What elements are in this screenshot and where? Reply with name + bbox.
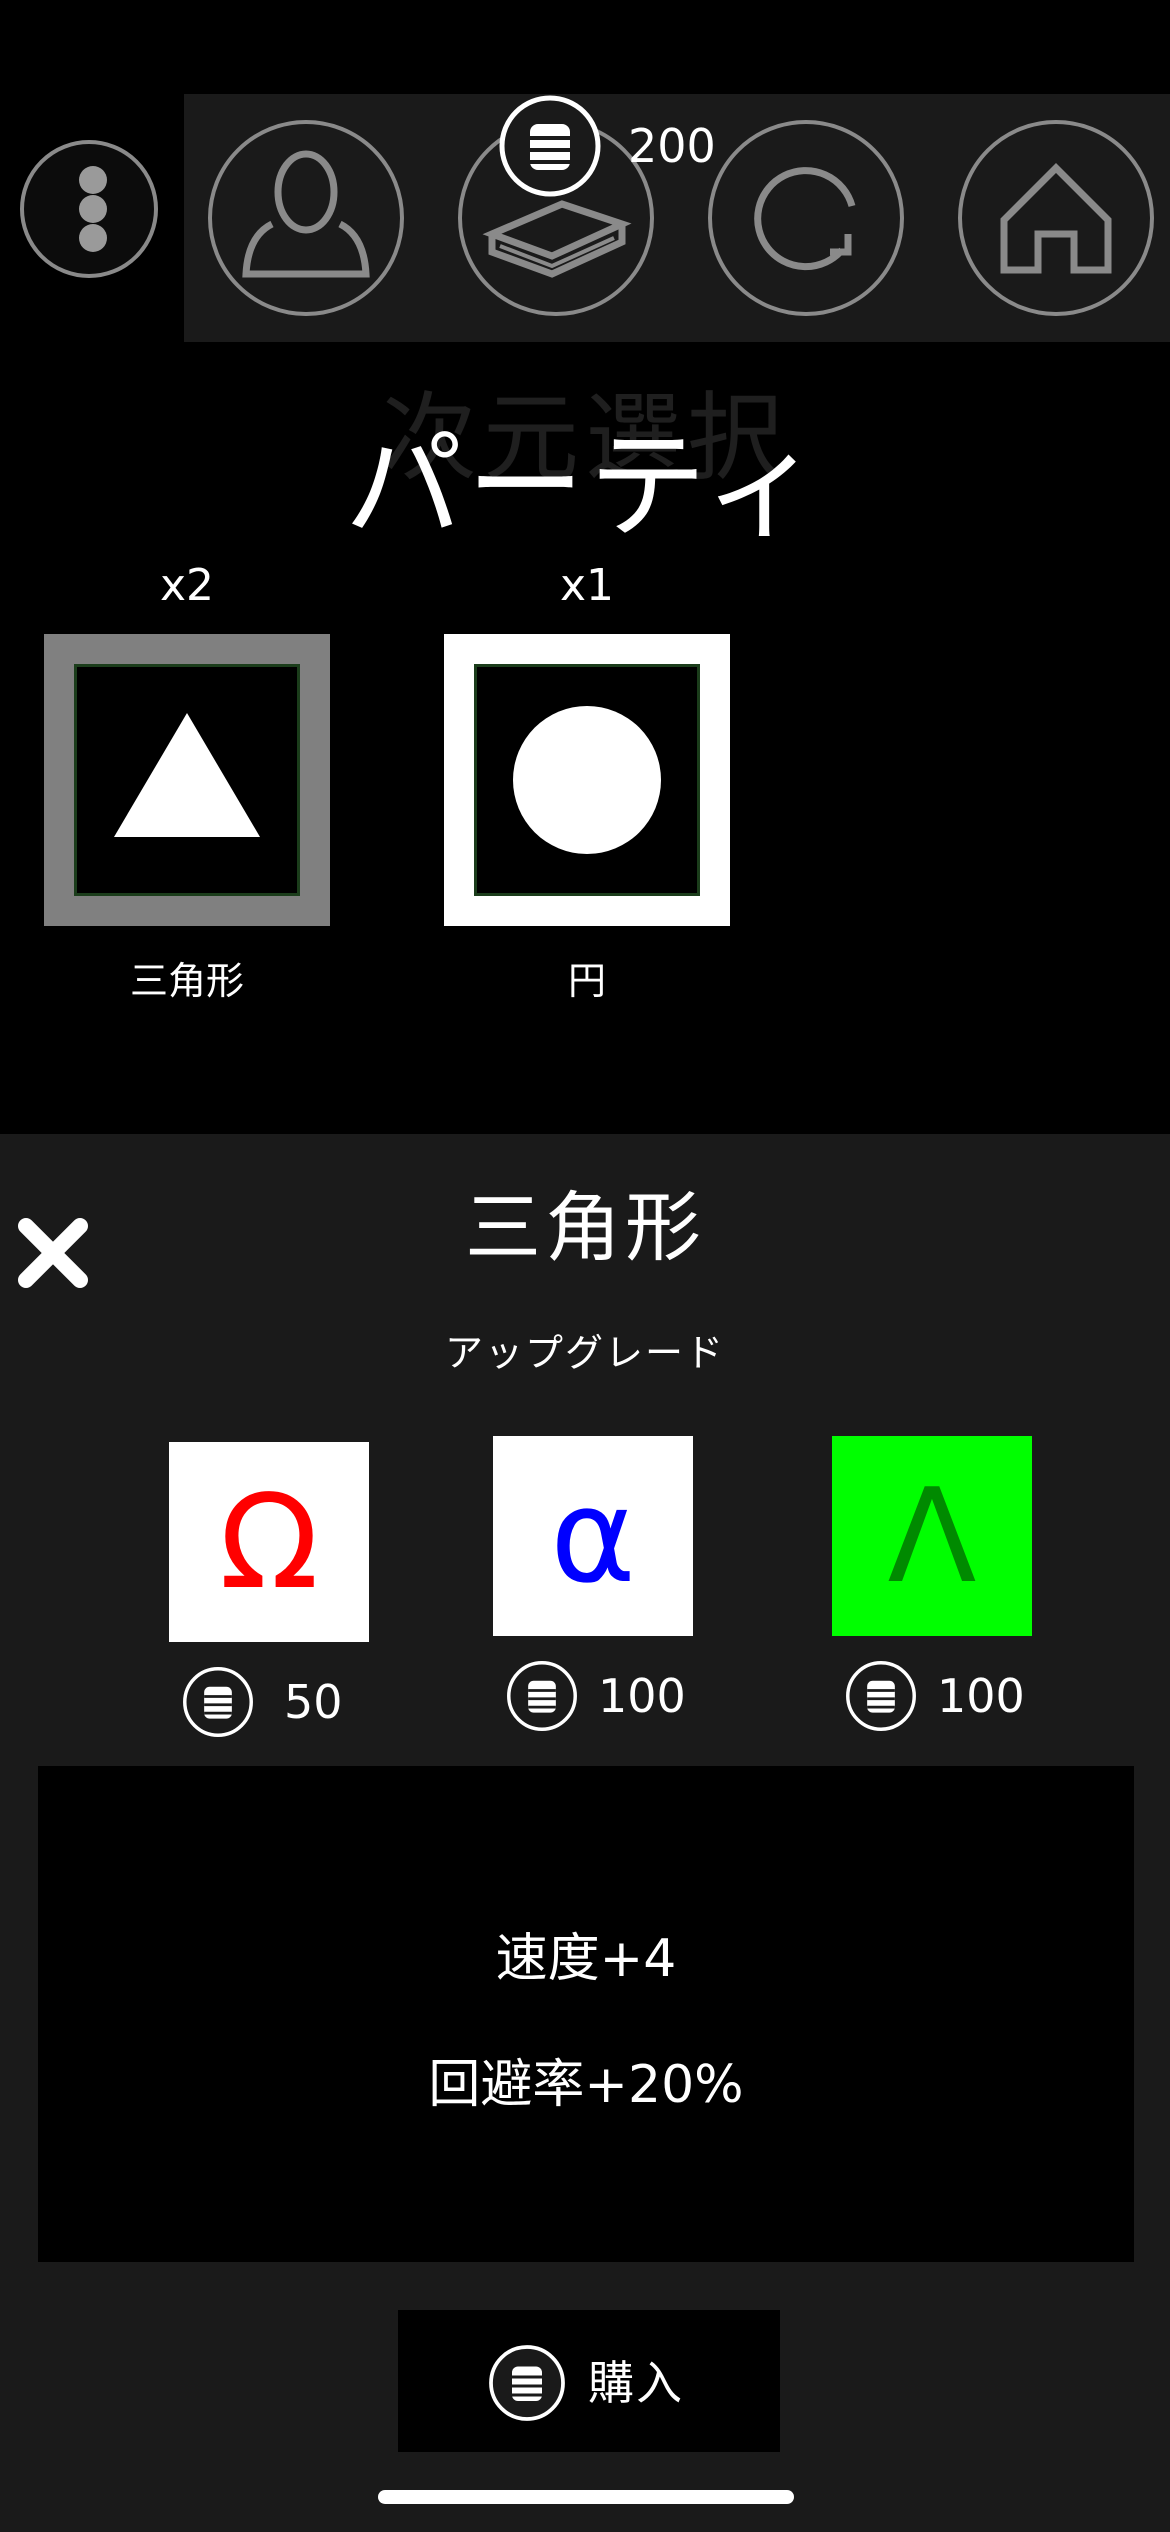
upgrade-symbol: Λ — [887, 1460, 977, 1612]
unit-count: x2 — [159, 560, 215, 611]
party-title: パーティ — [344, 417, 826, 555]
profile-button[interactable] — [208, 120, 404, 316]
party-unit-triangle[interactable] — [44, 634, 330, 926]
upgrade-omega[interactable]: Ω — [169, 1442, 369, 1642]
coin-stack-icon — [183, 1667, 253, 1737]
home-indicator — [378, 2490, 794, 2504]
stat-line: 速度+4 — [495, 1929, 677, 1989]
home-icon — [1000, 163, 1112, 274]
coin-stack-icon — [507, 1661, 577, 1731]
coin-balance-icon — [498, 94, 602, 198]
triangle-shape — [114, 713, 260, 837]
party-unit-circle[interactable] — [444, 634, 730, 926]
upgrade-label: アップグレード — [444, 1331, 725, 1375]
upgrade-price: 100 — [506, 1660, 706, 1732]
refresh-button[interactable] — [708, 120, 904, 316]
upgrade-price: 50 — [182, 1666, 362, 1738]
detail-title: 三角形 — [465, 1183, 705, 1272]
user-icon — [242, 150, 370, 278]
home-button[interactable] — [958, 120, 1154, 316]
stat-line: 回避率+20% — [428, 2055, 744, 2115]
coin-stack-icon — [846, 1661, 916, 1731]
more-vertical-icon[interactable] — [20, 140, 158, 278]
unit-name: 三角形 — [129, 959, 244, 1003]
upgrade-description-box — [38, 1766, 1134, 2262]
upgrade-symbol: Ω — [219, 1466, 319, 1618]
upgrade-lambda[interactable]: Λ — [832, 1436, 1032, 1636]
coin-balance: 200 — [628, 119, 716, 173]
coin-stack-icon — [499, 95, 601, 197]
price-value: 100 — [598, 1669, 686, 1723]
refresh-icon — [754, 167, 856, 271]
buy-label: 購入 — [588, 2356, 684, 2410]
unit-name: 円 — [567, 959, 606, 1003]
price-value: 100 — [937, 1669, 1025, 1723]
circle-shape — [513, 706, 661, 854]
upgrade-price: 100 — [845, 1660, 1045, 1732]
unit-count: x1 — [559, 560, 615, 611]
upgrade-symbol: α — [550, 1460, 636, 1612]
coin-stack-icon — [489, 2345, 565, 2421]
buy-button[interactable]: 購入 — [398, 2310, 780, 2452]
upgrade-alpha[interactable]: α — [493, 1436, 693, 1636]
price-value: 50 — [284, 1675, 343, 1729]
